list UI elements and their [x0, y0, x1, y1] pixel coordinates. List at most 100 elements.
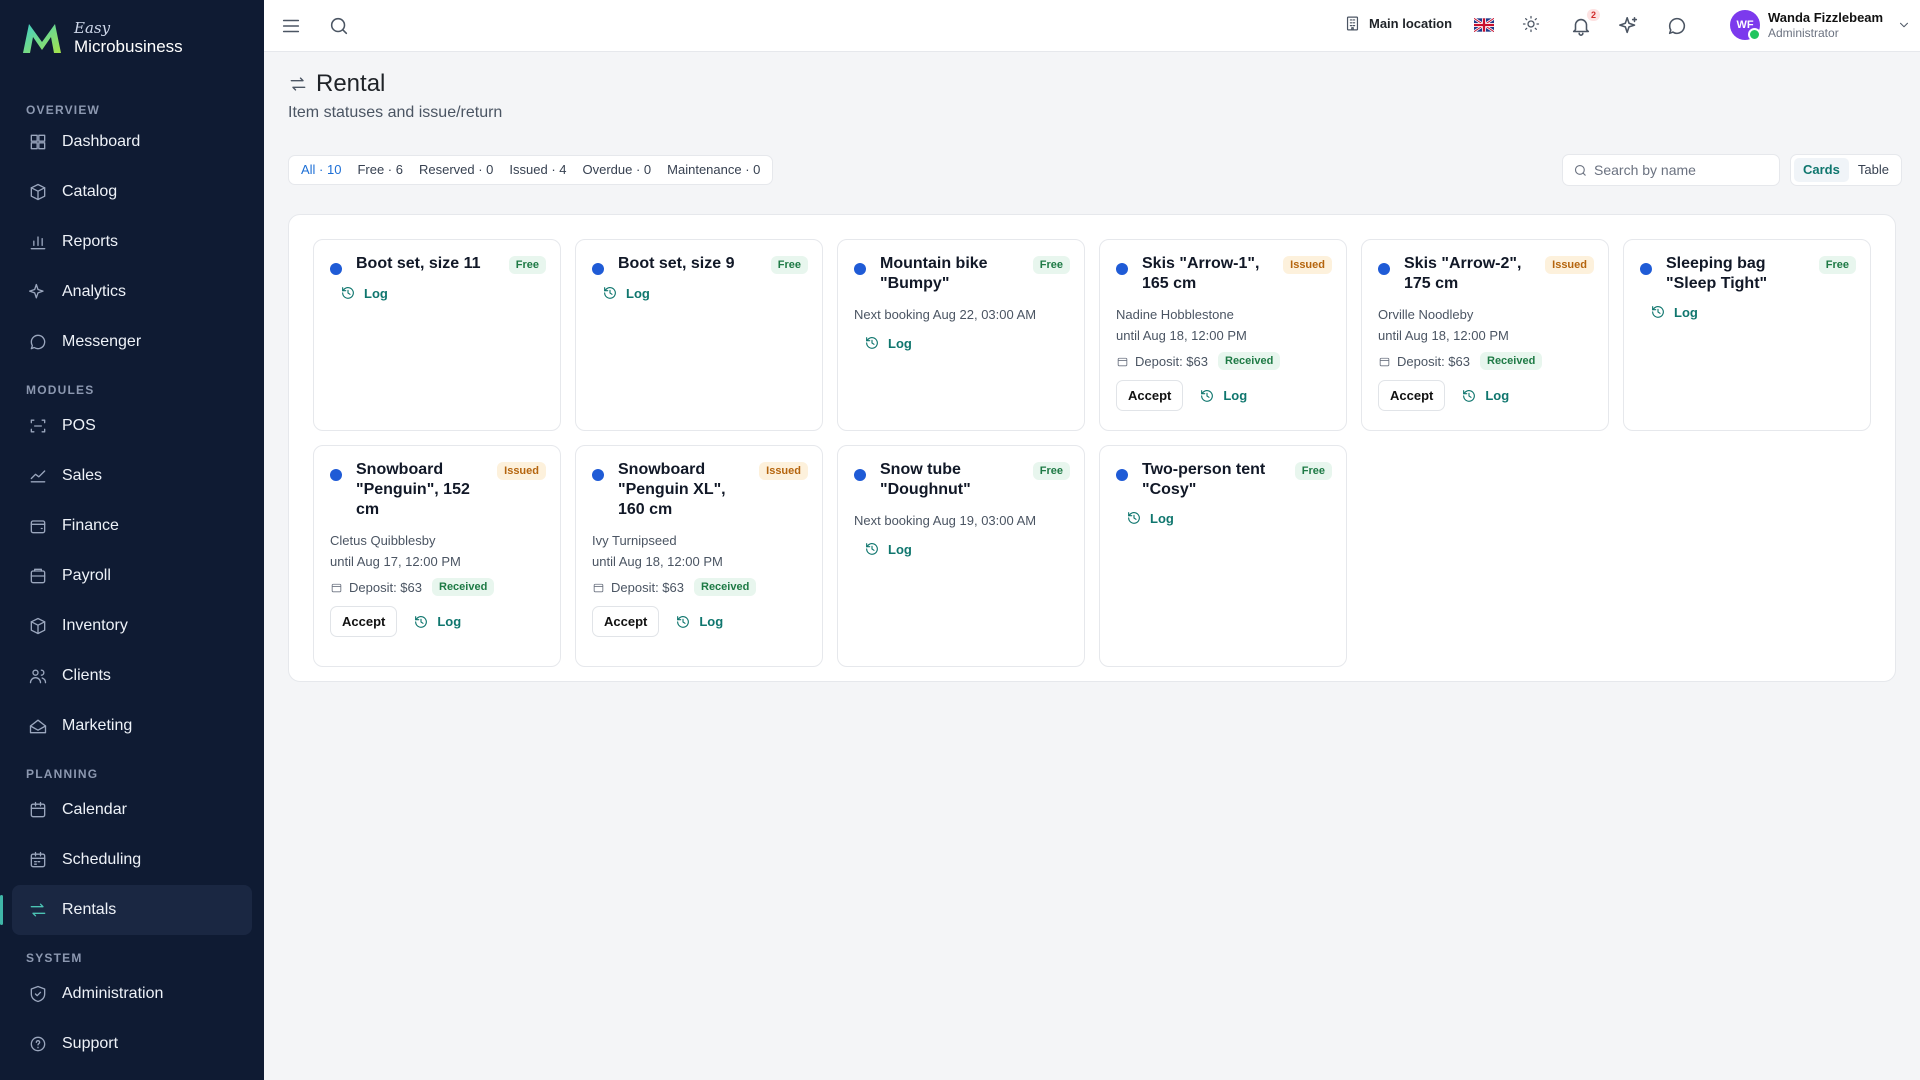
- rental-card[interactable]: Mountain bike "Bumpy" Free Next booking …: [837, 239, 1085, 431]
- log-label: Log: [364, 285, 388, 301]
- page-title: Rental: [288, 70, 385, 98]
- rental-card[interactable]: Snow tube "Doughnut" Free Next booking A…: [837, 445, 1085, 667]
- filter-tab[interactable]: All · 10: [293, 156, 349, 184]
- sidebar-item-calendar[interactable]: Calendar: [0, 785, 264, 835]
- sidebar-item-analytics[interactable]: Analytics: [0, 267, 264, 317]
- log-link[interactable]: Log: [854, 541, 912, 557]
- building-icon: [1346, 16, 1359, 31]
- filter-tab[interactable]: Overdue · 0: [575, 156, 660, 184]
- sidebar-item-label: Marketing: [62, 717, 133, 734]
- rental-card[interactable]: Sleeping bag "Sleep Tight" Free Log: [1623, 239, 1871, 431]
- next-booking: Next booking Aug 22, 03:00 AM: [854, 307, 1037, 322]
- log-link[interactable]: Log: [592, 285, 650, 301]
- reports-icon: [30, 236, 46, 250]
- log-link[interactable]: Log: [1199, 388, 1247, 404]
- sidebar-item-rentals[interactable]: Rentals: [0, 885, 252, 935]
- sidebar-item-sales[interactable]: Sales: [0, 451, 264, 501]
- sidebar-item-reports[interactable]: Reports: [0, 217, 264, 267]
- log-label: Log: [1150, 510, 1174, 526]
- menu-toggle-button[interactable]: [280, 15, 302, 37]
- topbar: Main location 2 WF Wanda Fizzlebeam Admi…: [264, 0, 1920, 52]
- notifications-button[interactable]: 2: [1570, 9, 1600, 37]
- sidebar-item-dashboard[interactable]: Dashboard: [0, 117, 264, 167]
- sidebar-item-pos[interactable]: POS: [0, 401, 264, 451]
- sidebar-item-payroll[interactable]: Payroll: [0, 551, 264, 601]
- rental-card[interactable]: Snowboard "Penguin", 152 cm Issued Cletu…: [313, 445, 561, 667]
- history-icon: [677, 615, 690, 628]
- search-box: [1562, 154, 1780, 186]
- user-menu[interactable]: WF Wanda Fizzlebeam Administrator: [1730, 10, 1911, 41]
- accept-button[interactable]: Accept: [1116, 380, 1184, 411]
- client-name: Orville Noodleby: [1378, 307, 1474, 322]
- search-button[interactable]: [328, 15, 350, 37]
- status-badge: Issued: [759, 462, 808, 480]
- nav-section-title: SYSTEM: [26, 951, 83, 965]
- status-dot: [1640, 263, 1652, 275]
- item-title: Two-person tent "Cosy": [1142, 461, 1266, 498]
- rental-card[interactable]: Snowboard "Penguin XL", 160 cm Issued Iv…: [575, 445, 823, 667]
- rental-cards-panel: Boot set, size 11 Free Log Boot set, siz…: [288, 214, 1896, 682]
- status-badge: Free: [770, 256, 808, 274]
- location-selector[interactable]: Main location: [1344, 15, 1452, 32]
- deposit-status-badge: Received: [1218, 352, 1281, 370]
- chat-bubble-icon: [1668, 17, 1686, 35]
- log-link[interactable]: Log: [1116, 510, 1174, 526]
- status-badge: Free: [1294, 462, 1332, 480]
- filter-tab[interactable]: Reserved · 0: [411, 156, 501, 184]
- analytics-icon: [29, 283, 44, 299]
- log-link[interactable]: Log: [1640, 304, 1698, 320]
- filter-tab[interactable]: Maintenance · 0: [659, 156, 768, 184]
- rental-card[interactable]: Boot set, size 11 Free Log: [313, 239, 561, 431]
- sidebar-item-scheduling[interactable]: Scheduling: [0, 835, 264, 885]
- sidebar-item-label: Calendar: [62, 801, 127, 818]
- status-dot: [592, 469, 604, 481]
- sidebar-item-label: Clients: [62, 667, 111, 684]
- rental-card[interactable]: Skis "Arrow-2", 175 cm Issued Orville No…: [1361, 239, 1609, 431]
- brand[interactable]: Easy Microbusiness: [0, 0, 264, 76]
- due-date: until Aug 18, 12:00 PM: [1378, 328, 1509, 343]
- rentals-icon: [30, 903, 46, 917]
- search-input[interactable]: [1594, 162, 1774, 178]
- rental-card[interactable]: Boot set, size 9 Free Log: [575, 239, 823, 431]
- marketing-icon: [29, 719, 47, 734]
- status-badge: Free: [1818, 256, 1856, 274]
- accept-button[interactable]: Accept: [1378, 380, 1446, 411]
- status-badge: Issued: [1545, 256, 1594, 274]
- sidebar-item-catalog[interactable]: Catalog: [0, 167, 264, 217]
- history-icon: [866, 337, 878, 349]
- rental-card[interactable]: Two-person tent "Cosy" Free Log: [1099, 445, 1347, 667]
- view-cards-button[interactable]: Cards: [1794, 158, 1849, 182]
- log-link[interactable]: Log: [854, 335, 912, 351]
- filter-tab[interactable]: Issued · 4: [501, 156, 574, 184]
- ai-assistant-button[interactable]: [1618, 15, 1640, 37]
- filter-tab[interactable]: Free · 6: [349, 156, 411, 184]
- sidebar-item-marketing[interactable]: Marketing: [0, 701, 264, 751]
- log-link[interactable]: Log: [1461, 388, 1509, 404]
- language-flag-icon[interactable]: [1474, 18, 1494, 32]
- sidebar-item-clients[interactable]: Clients: [0, 651, 264, 701]
- sidebar-item-support[interactable]: Support: [0, 1019, 264, 1069]
- wallet-icon: [1379, 357, 1390, 366]
- status-dot: [330, 469, 342, 481]
- sidebar-item-inventory[interactable]: Inventory: [0, 601, 264, 651]
- sun-icon: [1522, 15, 1540, 33]
- sidebar-item-administration[interactable]: Administration: [0, 969, 264, 1019]
- scheduling-icon: [30, 851, 46, 868]
- sidebar-item-messenger[interactable]: Messenger: [0, 317, 264, 367]
- wallet-icon: [593, 583, 604, 592]
- rental-card[interactable]: Skis "Arrow-1", 165 cm Issued Nadine Hob…: [1099, 239, 1347, 431]
- log-link[interactable]: Log: [413, 614, 461, 630]
- sidebar-item-finance[interactable]: Finance: [0, 501, 264, 551]
- log-link[interactable]: Log: [675, 614, 723, 630]
- search-icon: [330, 17, 348, 35]
- log-link[interactable]: Log: [330, 285, 388, 301]
- item-title: Snow tube "Doughnut": [880, 461, 971, 498]
- status-dot: [1116, 469, 1128, 481]
- accept-button[interactable]: Accept: [592, 606, 660, 637]
- view-table-button[interactable]: Table: [1849, 158, 1898, 182]
- messages-button[interactable]: [1666, 15, 1688, 37]
- accept-button[interactable]: Accept: [330, 606, 398, 637]
- sidebar-item-label: Rentals: [62, 901, 117, 918]
- theme-toggle-button[interactable]: [1522, 15, 1540, 33]
- sidebar-item-label: Inventory: [62, 617, 128, 634]
